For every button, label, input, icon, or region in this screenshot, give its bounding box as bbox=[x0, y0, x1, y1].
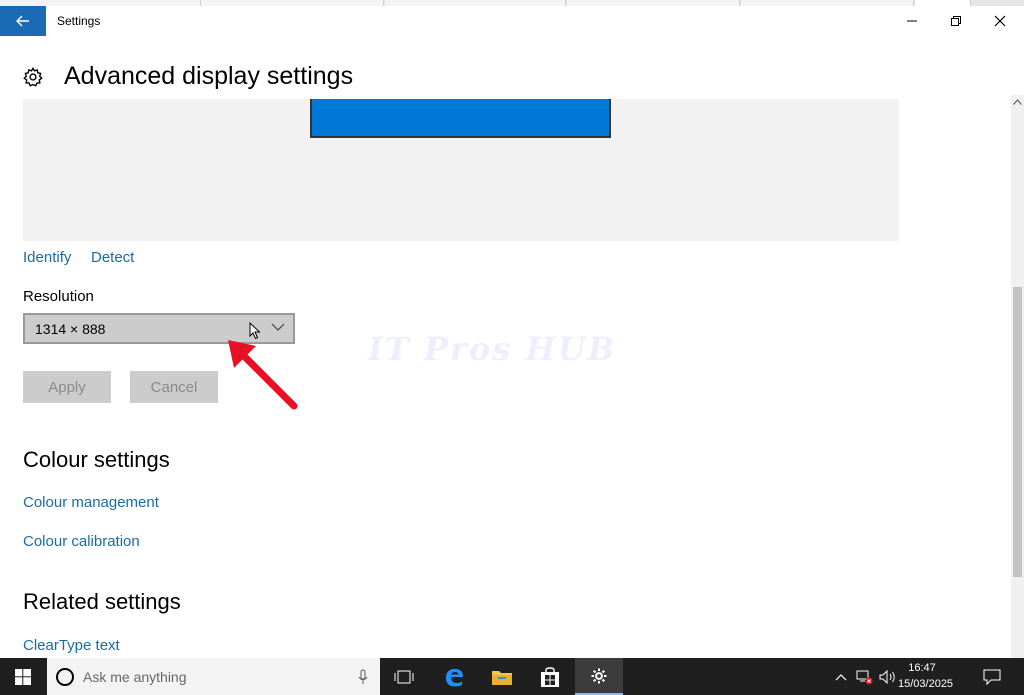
resolution-value: 1314 × 888 bbox=[35, 320, 106, 337]
related-settings-heading: Related settings bbox=[23, 589, 181, 614]
page-header: Advanced display settings bbox=[22, 62, 353, 91]
back-button[interactable] bbox=[0, 6, 46, 36]
clock-date: 15/03/2025 bbox=[898, 678, 954, 690]
task-view-button[interactable] bbox=[381, 658, 427, 695]
monitor-1-tile[interactable] bbox=[310, 99, 611, 138]
close-icon bbox=[994, 15, 1006, 27]
cortana-icon bbox=[56, 667, 74, 686]
vertical-scrollbar[interactable] bbox=[1011, 95, 1024, 658]
red-arrow-annotation bbox=[228, 340, 298, 410]
resolution-label: Resolution bbox=[23, 288, 94, 305]
store-bag-icon bbox=[541, 666, 559, 687]
colour-calibration-link[interactable]: Colour calibration bbox=[23, 533, 140, 550]
scrollbar-thumb[interactable] bbox=[1013, 287, 1022, 577]
task-view-icon bbox=[394, 670, 414, 683]
settings-gear-icon bbox=[591, 668, 607, 683]
file-explorer-taskbar-button[interactable] bbox=[479, 658, 525, 695]
microphone-icon[interactable] bbox=[358, 669, 368, 685]
minimize-button[interactable] bbox=[890, 6, 934, 36]
edge-browser-icon bbox=[446, 668, 463, 686]
minimize-icon bbox=[907, 20, 917, 22]
cancel-button[interactable]: Cancel bbox=[130, 371, 218, 403]
speaker-icon bbox=[879, 669, 895, 684]
gear-icon bbox=[23, 66, 43, 87]
restore-button[interactable] bbox=[934, 6, 978, 36]
display-preview-area bbox=[23, 99, 899, 241]
store-taskbar-button[interactable] bbox=[527, 658, 573, 695]
back-arrow-icon bbox=[16, 15, 29, 27]
colour-management-link[interactable]: Colour management bbox=[23, 494, 159, 511]
edge-taskbar-button[interactable] bbox=[431, 658, 477, 695]
watermark-text: IT Pros HUB bbox=[368, 330, 617, 368]
restore-icon bbox=[951, 16, 961, 26]
action-center-button[interactable] bbox=[976, 658, 1008, 695]
window-title: Settings bbox=[57, 14, 101, 28]
chevron-up-icon bbox=[835, 673, 847, 680]
folder-icon bbox=[492, 670, 512, 685]
mouse-cursor-icon bbox=[249, 322, 261, 340]
show-hidden-icons-button[interactable] bbox=[830, 658, 852, 695]
taskbar-clock[interactable]: 16:47 15/03/2025 bbox=[898, 660, 954, 692]
colour-settings-heading: Colour settings bbox=[23, 447, 170, 472]
apply-button[interactable]: Apply bbox=[23, 371, 111, 403]
cortana-search-box[interactable]: Ask me anything bbox=[47, 658, 380, 695]
taskbar: Ask me anything 16:47 15/03/2025 bbox=[0, 658, 1024, 695]
identify-link[interactable]: Identify bbox=[23, 249, 71, 266]
chevron-down-icon bbox=[271, 323, 285, 331]
search-placeholder: Ask me anything bbox=[83, 668, 187, 685]
close-button[interactable] bbox=[978, 6, 1022, 36]
network-tray-button[interactable] bbox=[853, 658, 877, 695]
scroll-up-icon[interactable] bbox=[1013, 99, 1022, 105]
network-disconnected-icon bbox=[856, 670, 873, 684]
clock-time: 16:47 bbox=[908, 662, 936, 674]
volume-tray-button[interactable] bbox=[877, 658, 899, 695]
start-button[interactable] bbox=[0, 658, 46, 695]
page-title: Advanced display settings bbox=[64, 62, 354, 90]
settings-taskbar-button[interactable] bbox=[575, 658, 623, 695]
notification-icon bbox=[983, 669, 1001, 685]
windows-logo-icon bbox=[15, 668, 31, 685]
cleartype-text-link[interactable]: ClearType text bbox=[23, 637, 120, 654]
detect-link[interactable]: Detect bbox=[91, 249, 134, 266]
title-bar: Settings bbox=[0, 6, 1024, 38]
